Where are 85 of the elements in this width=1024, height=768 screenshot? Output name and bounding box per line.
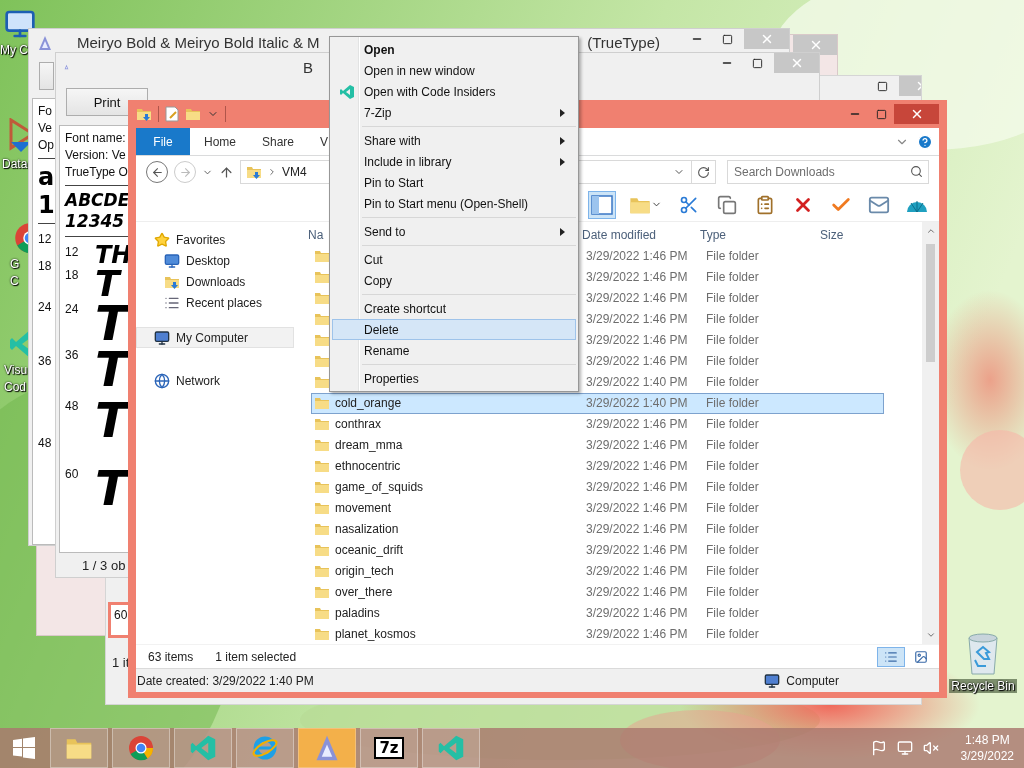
type-cell-text: File folder bbox=[706, 375, 760, 390]
date-cell-text: 3/29/2022 1:46 PM bbox=[586, 458, 689, 473]
font-info-text: Version: Ve bbox=[65, 147, 126, 164]
file-name: over_there bbox=[335, 584, 393, 599]
size-label: 60 bbox=[114, 607, 128, 624]
size-label: 36 bbox=[38, 354, 53, 369]
type-cell-text: File folder bbox=[706, 417, 760, 432]
font-info-text: Fo bbox=[38, 103, 52, 120]
font-info-text: Font name: bbox=[65, 130, 126, 147]
type-cell-text: File folder bbox=[706, 626, 760, 641]
type-cell-text: File folder bbox=[706, 563, 760, 578]
size-label: 24 bbox=[38, 300, 53, 315]
type-cell-text: File folder bbox=[706, 521, 760, 536]
font-preview-text: T bbox=[95, 398, 128, 443]
date-cell-text: 3/29/2022 1:46 PM bbox=[586, 479, 689, 494]
font-info-text: TrueType O bbox=[65, 164, 128, 181]
file-name: paladins bbox=[335, 605, 380, 620]
window-title: (TrueType) bbox=[587, 34, 660, 51]
type-cell-text: File folder bbox=[706, 584, 760, 599]
font-preview-text: T bbox=[95, 267, 120, 301]
type-cell-text: File folder bbox=[706, 270, 760, 285]
file-name: dream_mma bbox=[335, 438, 403, 452]
size-label: 18 bbox=[38, 259, 53, 274]
font-sample-text: a bbox=[38, 163, 55, 191]
file-name: planet_kosmos bbox=[335, 626, 416, 641]
file-name: ethnocentric bbox=[335, 458, 401, 473]
size-label: 12 bbox=[38, 232, 53, 246]
date-cell-text: 3/29/2022 1:40 PM bbox=[586, 396, 689, 411]
file-name: game_of_squids bbox=[335, 479, 424, 494]
date-cell-text: 3/29/2022 1:46 PM bbox=[586, 584, 689, 599]
font-sample-text: 12345 bbox=[65, 211, 125, 232]
font-preview-text: T bbox=[95, 347, 128, 391]
type-cell-text: File folder bbox=[706, 605, 760, 620]
date-cell-text: 3/29/2022 1:46 PM bbox=[586, 270, 689, 285]
size-label: 24 bbox=[65, 302, 80, 316]
size-label: 60 bbox=[65, 467, 80, 482]
date-cell-text: 3/29/2022 1:46 PM bbox=[586, 333, 689, 348]
type-cell-text: File folder bbox=[706, 479, 760, 494]
type-cell-text: File folder bbox=[706, 438, 760, 452]
window-title: Meiryo Bold & Meiryo Bold Italic & M bbox=[77, 34, 320, 51]
size-label: 48 bbox=[38, 435, 53, 450]
archive-app-label: 7z bbox=[374, 737, 404, 759]
font-sample-text: ABCDE bbox=[65, 190, 130, 211]
selection-count: 1 item selected bbox=[215, 649, 297, 664]
font-preview-text: T bbox=[95, 467, 128, 511]
date-cell-text: 3/29/2022 1:46 PM bbox=[586, 312, 689, 327]
type-cell-text: File folder bbox=[706, 291, 760, 306]
type-cell-text: File folder bbox=[706, 312, 760, 327]
date-cell-text: 3/29/2022 1:46 PM bbox=[586, 542, 689, 557]
date-cell-text: 3/29/2022 1:46 PM bbox=[586, 605, 689, 620]
date-cell-text: 3/29/2022 1:46 PM bbox=[586, 626, 689, 641]
window-title: B bbox=[303, 58, 313, 76]
type-cell-text: File folder bbox=[706, 500, 760, 515]
date-cell-text: 3/29/2022 1:46 PM bbox=[586, 249, 689, 264]
type-cell-text: File folder bbox=[706, 458, 760, 473]
date-cell-text: 3/29/2022 1:46 PM bbox=[586, 291, 689, 306]
type-cell-text: File folder bbox=[706, 249, 760, 264]
location-text: Computer bbox=[786, 673, 839, 688]
date-cell-text: 3/29/2022 1:46 PM bbox=[586, 438, 689, 452]
type-cell-text: File folder bbox=[706, 333, 760, 348]
date-cell-text: 3/29/2022 1:40 PM bbox=[586, 375, 689, 390]
file-name: oceanic_drift bbox=[335, 542, 404, 557]
size-label: 12 bbox=[65, 245, 80, 259]
date-cell-text: 3/29/2022 1:46 PM bbox=[586, 417, 689, 432]
type-cell-text: File folder bbox=[706, 354, 760, 369]
font-preview-text: T bbox=[95, 302, 128, 346]
date-cell-text: 3/29/2022 1:46 PM bbox=[586, 563, 689, 578]
date-cell-text: 3/29/2022 1:46 PM bbox=[586, 521, 689, 536]
font-sample-text: 1 bbox=[38, 191, 55, 219]
date-cell-text: 3/29/2022 1:46 PM bbox=[586, 500, 689, 515]
type-cell-text: File folder bbox=[706, 542, 760, 557]
item-count: 63 items bbox=[148, 649, 194, 664]
font-info-text: Ve bbox=[38, 120, 52, 137]
file-name: nasalization bbox=[335, 521, 399, 536]
size-label: 36 bbox=[65, 347, 80, 362]
file-name: conthrax bbox=[335, 417, 382, 432]
size-label: 48 bbox=[65, 398, 80, 413]
file-name: movement bbox=[335, 500, 392, 515]
font-info-text: Op bbox=[38, 137, 54, 154]
size-label: 18 bbox=[65, 267, 80, 282]
type-cell-text: File folder bbox=[706, 396, 760, 411]
file-name: cold_orange bbox=[335, 396, 402, 411]
details-text: Date created: 3/29/2022 1:40 PM bbox=[137, 673, 314, 688]
date-cell-text: 3/29/2022 1:46 PM bbox=[586, 354, 689, 369]
file-name: origin_tech bbox=[335, 563, 394, 578]
